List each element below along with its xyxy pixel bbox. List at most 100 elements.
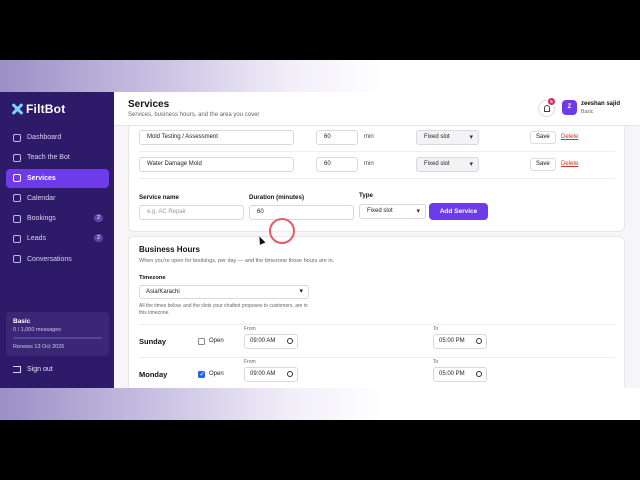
from-time-value: 09:00 AM [250,338,276,344]
duration-unit: min [364,161,374,167]
service-duration-input[interactable]: 60 [316,157,358,172]
service-duration-input[interactable]: 60 [316,130,358,145]
business-hours-title: Business Hours [139,245,200,254]
to-time-input[interactable]: 05:00 PM [433,367,487,382]
users-icon [13,234,21,243]
sidebar-item-bookings[interactable]: Bookings 2 [6,209,109,228]
graduation-cap-icon [13,153,21,162]
open-label: Open [209,371,224,377]
sidebar-item-label: Leads [27,235,47,243]
from-label: From [244,326,256,332]
to-label: To [433,359,439,365]
sidebar-item-label: Calendar [27,194,56,202]
new-service-name-input[interactable]: e.g. AC Repair [139,205,244,220]
plan-name: Basic [13,318,31,325]
sidebar-item-services[interactable]: Services [6,168,109,188]
timezone-select[interactable]: Asia/Karachi [139,285,309,299]
service-name-input[interactable]: Mold Testing / Assessment [139,130,294,145]
sidebar-item-teach-the-bot[interactable]: Teach the Bot [6,148,109,167]
sidebar: FiltBot Dashboard Teach the Bot Services [0,92,114,388]
service-type-select[interactable]: Fixed slot [416,157,479,172]
plan-usage: 0 / 1,000 messages [13,327,62,333]
delete-link[interactable]: Delete [561,134,578,140]
day-row-sunday: Sunday Open From 09:00 AM To 05:00 PM [139,324,615,354]
duration-unit: min [364,134,374,140]
sidebar-item-label: Dashboard [27,134,62,141]
sidebar-item-calendar[interactable]: Calendar [6,189,109,208]
sidebar-item-label: Bookings [27,215,56,223]
sidebar-item-label: Conversations [27,255,72,263]
bookings-icon [13,214,21,223]
to-time-value: 05:00 PM [439,338,465,344]
logout-icon [13,366,21,373]
page-header: Services Services, business hours, and t… [114,92,640,126]
app-window: FiltBot Dashboard Teach the Bot Services [0,92,640,388]
to-label: To [433,326,439,332]
sidebar-item-leads[interactable]: Leads 2 [6,229,109,248]
day-name: Sunday [139,337,167,346]
sidebar-item-dashboard[interactable]: Dashboard [6,128,109,147]
user-name[interactable]: zeeshan sajid [581,101,620,107]
brand-name: FiltBot [26,102,66,116]
open-checkbox[interactable] [198,338,205,345]
to-time-value: 05:00 PM [439,371,465,377]
service-name-label: Service name [139,194,179,201]
clock-icon [476,338,482,344]
services-card: Mold Testing / Assessment 60 min Fixed s… [128,126,625,232]
service-type-select[interactable]: Fixed slot [416,130,479,145]
sign-out-label: Sign out [27,366,53,373]
chat-icon [13,255,21,264]
business-hours-card: Business Hours When you're open for book… [128,236,625,388]
sign-out-button[interactable]: Sign out [13,366,53,373]
clock-icon [476,371,482,377]
new-service-type-select[interactable]: Fixed slot [359,204,426,219]
add-service-button[interactable]: Add Service [429,203,488,220]
sparkle-icon [13,174,21,183]
service-name-input[interactable]: Water Damage Mold [139,157,294,172]
clock-icon [287,338,293,344]
service-row: Water Damage Mold 60 min Fixed slot Save… [139,155,615,179]
delete-link[interactable]: Delete [561,161,578,167]
open-checkbox[interactable] [198,370,205,378]
duration-label: Duration (minutes) [249,194,304,201]
click-indicator [269,218,295,244]
sidebar-item-conversations[interactable]: Conversations [6,250,109,269]
to-time-input[interactable]: 05:00 PM [433,334,487,349]
timezone-note: All the times below, and the slots your … [139,303,308,316]
plan-summary: Basic 0 / 1,000 messages Renews 13 Oct 2… [6,312,109,356]
calendar-icon [13,194,21,203]
from-time-input[interactable]: 09:00 AM [244,334,298,349]
from-time-input[interactable]: 09:00 AM [244,367,298,382]
video-frame: FiltBot Dashboard Teach the Bot Services [0,0,640,480]
save-button[interactable]: Save [530,158,556,171]
open-label: Open [209,338,224,344]
sidebar-item-label: Services [27,174,56,182]
day-name: Monday [139,370,168,379]
main-content: Mold Testing / Assessment 60 min Fixed s… [114,126,640,388]
type-label: Type [359,192,373,199]
user-plan: Basic [581,109,594,115]
bottom-gradient-band [0,388,640,420]
plan-renewal: Renews 13 Oct 2026 [13,344,65,350]
dashboard-icon [13,133,21,142]
bookings-count-badge: 2 [93,214,103,223]
day-row-monday: Monday Open From 09:00 AM To 05:00 PM [139,357,615,387]
clock-icon [287,371,293,377]
top-gradient-band [0,60,640,92]
save-button[interactable]: Save [530,131,556,144]
notification-count-badge: 5 [548,98,555,105]
avatar[interactable]: Z [562,100,577,115]
sidebar-item-label: Teach the Bot [27,154,70,162]
leads-count-badge: 2 [93,234,103,243]
from-label: From [244,359,256,365]
bell-icon [544,105,550,112]
plan-usage-bar [13,337,102,339]
new-service-duration-input[interactable]: 60 [249,205,354,220]
timezone-label: Timezone [139,275,166,281]
logo-icon [10,102,24,116]
business-hours-description: When you're open for bookings, per day —… [139,258,335,264]
sidebar-nav: Dashboard Teach the Bot Services Calenda… [6,128,109,270]
brand-logo[interactable]: FiltBot [10,102,65,116]
page-title: Services [128,99,170,110]
page-subtitle: Services, business hours, and the area y… [128,112,260,118]
